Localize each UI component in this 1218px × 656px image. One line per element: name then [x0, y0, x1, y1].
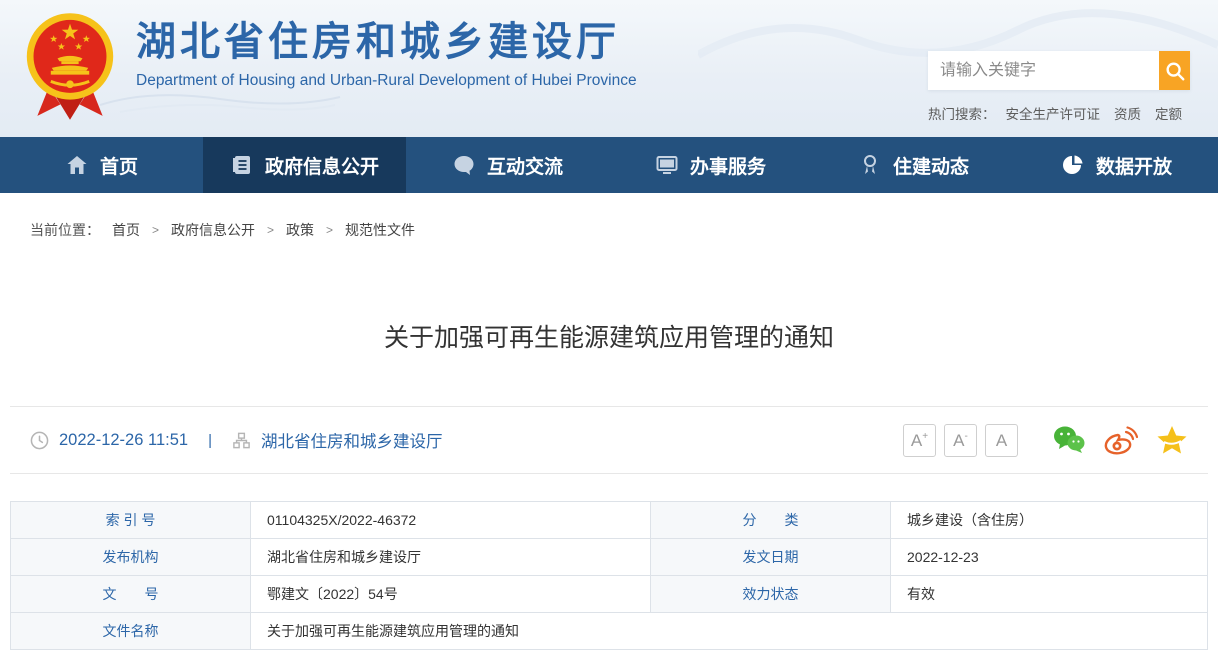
search-input[interactable] — [928, 51, 1159, 90]
table-row: 发布机构 湖北省住房和城乡建设厅 发文日期 2022-12-23 — [11, 539, 1208, 576]
qzone-star-icon — [1156, 425, 1188, 455]
organization-icon — [232, 431, 251, 450]
issue-date-value: 2022-12-23 — [891, 539, 1208, 576]
nav-item-dynamics[interactable]: 住建动态 — [812, 137, 1015, 193]
issuing-agency-label: 发布机构 — [11, 539, 251, 576]
wechat-share-button[interactable] — [1052, 425, 1086, 455]
category-label: 分 类 — [651, 502, 891, 539]
home-icon — [65, 153, 89, 177]
site-subtitle: Department of Housing and Urban-Rural De… — [136, 72, 637, 90]
nav-item-label: 办事服务 — [690, 152, 766, 179]
nav-item-label: 数据开放 — [1096, 152, 1172, 179]
search-area: 热门搜索： 安全生产许可证 资质 定额 — [928, 51, 1190, 123]
breadcrumb: 当前位置： 首页 > 政府信息公开 > 政策 > 规范性文件 — [0, 193, 1218, 240]
issue-date-label: 发文日期 — [651, 539, 891, 576]
search-button[interactable] — [1159, 51, 1190, 90]
document-info-section: 索 引 号 01104325X/2022-46372 分 类 城乡建设（含住房）… — [0, 474, 1218, 656]
nav-item-services[interactable]: 办事服务 — [609, 137, 812, 193]
national-emblem-logo — [22, 8, 118, 124]
qzone-share-button[interactable] — [1156, 425, 1188, 455]
font-reset-button[interactable]: A — [985, 424, 1018, 457]
page-title: 关于加强可再生能源建筑应用管理的通知 — [60, 318, 1158, 354]
category-value: 城乡建设（含住房） — [891, 502, 1208, 539]
breadcrumb-item-home[interactable]: 首页 — [112, 220, 140, 240]
article-tools: A+ A- A — [895, 424, 1188, 457]
breadcrumb-separator: > — [326, 223, 333, 237]
pie-chart-icon — [1061, 153, 1085, 177]
site-title: 湖北省住房和城乡建设厅 — [136, 20, 637, 64]
table-row: 文 号 鄂建文〔2022〕54号 效力状态 有效 — [11, 576, 1208, 613]
article-meta: 2022-12-26 11:51 | 湖北省住房和城乡建设厅 — [30, 428, 442, 452]
publish-time: 2022-12-26 11:51 — [59, 431, 188, 450]
nav-item-label: 政府信息公开 — [265, 152, 379, 179]
document-number-value: 鄂建文〔2022〕54号 — [251, 576, 651, 613]
nav-item-interaction[interactable]: 互动交流 — [406, 137, 609, 193]
nav-item-data-open[interactable]: 数据开放 — [1015, 137, 1218, 193]
person-badge-icon — [858, 153, 882, 177]
weibo-icon — [1104, 425, 1138, 455]
nav-item-label: 首页 — [100, 152, 138, 179]
monitor-icon — [655, 153, 679, 177]
document-name-value: 关于加强可再生能源建筑应用管理的通知 — [251, 613, 1208, 650]
wechat-icon — [1052, 425, 1086, 455]
hot-search-link-2[interactable]: 资质 — [1114, 103, 1141, 123]
document-info-table: 索 引 号 01104325X/2022-46372 分 类 城乡建设（含住房）… — [10, 501, 1208, 650]
breadcrumb-item-normative-docs[interactable]: 规范性文件 — [345, 220, 415, 240]
nav-item-home[interactable]: 首页 — [0, 137, 203, 193]
breadcrumb-separator: > — [152, 223, 159, 237]
source-name: 湖北省住房和城乡建设厅 — [261, 428, 443, 452]
issuing-agency-value: 湖北省住房和城乡建设厅 — [251, 539, 651, 576]
font-decrease-button[interactable]: A- — [944, 424, 977, 457]
main-nav: 首页 政府信息公开 互动交流 办事服务 — [0, 137, 1218, 193]
hot-search-link-1[interactable]: 安全生产许可证 — [1006, 103, 1101, 123]
weibo-share-button[interactable] — [1104, 425, 1138, 455]
chat-bubble-icon — [452, 153, 476, 177]
index-number-value: 01104325X/2022-46372 — [251, 502, 651, 539]
search-icon — [1164, 60, 1186, 82]
hot-search: 热门搜索： 安全生产许可证 资质 定额 — [928, 103, 1190, 123]
table-row: 索 引 号 01104325X/2022-46372 分 类 城乡建设（含住房） — [11, 502, 1208, 539]
document-number-label: 文 号 — [11, 576, 251, 613]
meta-separator: | — [208, 432, 212, 449]
font-increase-button[interactable]: A+ — [903, 424, 936, 457]
validity-status-value: 有效 — [891, 576, 1208, 613]
table-row: 文件名称 关于加强可再生能源建筑应用管理的通知 — [11, 613, 1208, 650]
breadcrumb-separator: > — [267, 223, 274, 237]
hot-search-label: 热门搜索： — [928, 103, 996, 123]
breadcrumb-item-policy[interactable]: 政策 — [286, 220, 314, 240]
nav-item-gov-info[interactable]: 政府信息公开 — [203, 137, 406, 193]
article-meta-row: 2022-12-26 11:51 | 湖北省住房和城乡建设厅 A+ A- A — [0, 407, 1218, 473]
breadcrumb-item-gov-info[interactable]: 政府信息公开 — [171, 220, 255, 240]
site-header: 湖北省住房和城乡建设厅 Department of Housing and Ur… — [0, 0, 1218, 137]
index-number-label: 索 引 号 — [11, 502, 251, 539]
document-name-label: 文件名称 — [11, 613, 251, 650]
breadcrumb-label: 当前位置： — [30, 220, 100, 240]
nav-item-label: 互动交流 — [487, 152, 563, 179]
hot-search-link-3[interactable]: 定额 — [1155, 103, 1182, 123]
site-identity: 湖北省住房和城乡建设厅 Department of Housing and Ur… — [136, 20, 637, 90]
nav-item-label: 住建动态 — [893, 152, 969, 179]
validity-status-label: 效力状态 — [651, 576, 891, 613]
clock-icon — [30, 431, 49, 450]
search-box — [928, 51, 1190, 90]
document-icon — [230, 153, 254, 177]
